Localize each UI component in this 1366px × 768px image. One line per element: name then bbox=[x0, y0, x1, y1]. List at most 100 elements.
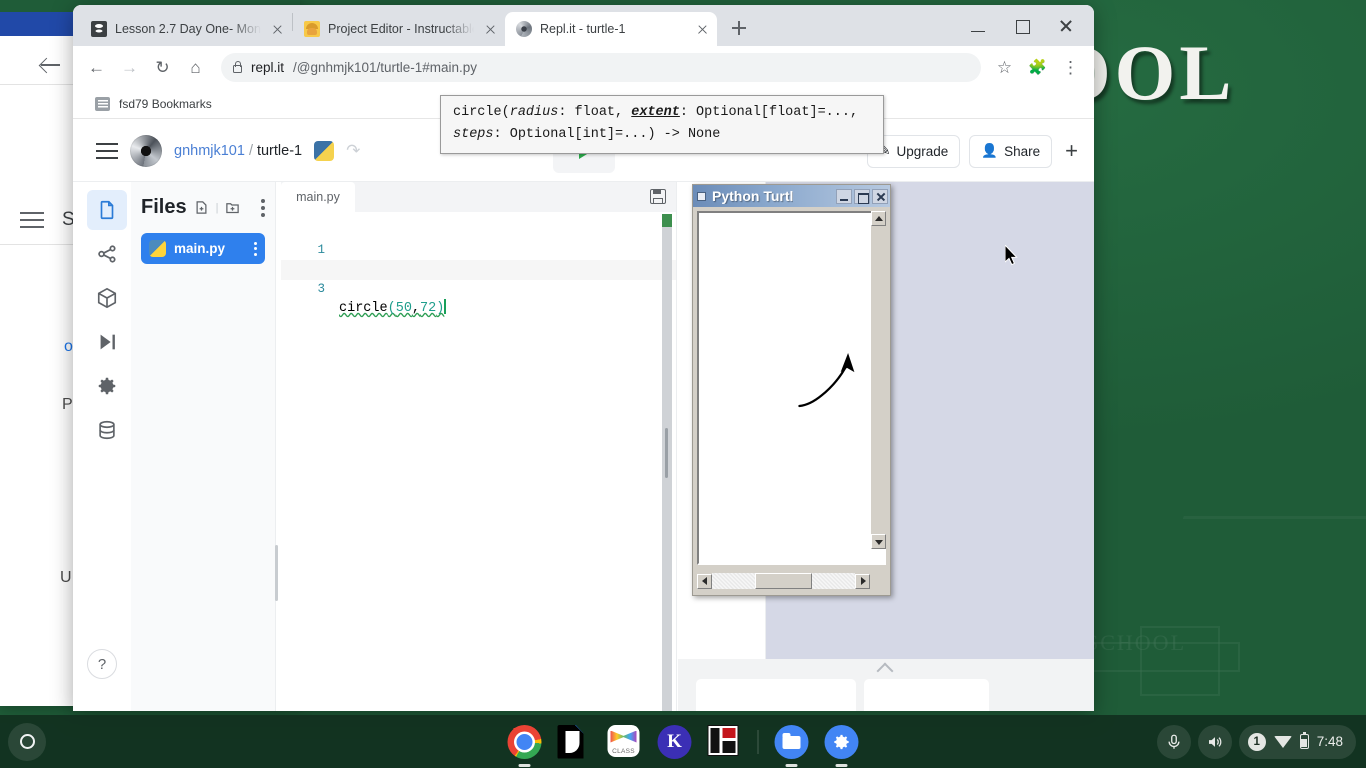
editor-scrollbar[interactable] bbox=[662, 214, 672, 711]
taskbar-app-class[interactable]: CLASS bbox=[608, 725, 642, 759]
editor-scroll-marker bbox=[662, 214, 672, 227]
files-panel-resize-handle[interactable] bbox=[275, 545, 278, 601]
line-number: 3 bbox=[281, 280, 325, 300]
tooltip-fn: circle( bbox=[453, 105, 510, 120]
python-turtle-window[interactable]: Python Turtl bbox=[692, 184, 891, 596]
breadcrumb: gnhmjk101/turtle-1 bbox=[174, 143, 302, 159]
volume-button[interactable] bbox=[1198, 725, 1232, 759]
python-icon bbox=[149, 240, 166, 257]
extensions-puzzle-icon[interactable]: 🧩 bbox=[1022, 52, 1053, 83]
reload-button[interactable]: ↻ bbox=[147, 52, 178, 83]
save-icon[interactable] bbox=[650, 189, 666, 204]
turtle-canvas[interactable] bbox=[699, 213, 884, 563]
taskbar-app-notebook[interactable] bbox=[708, 725, 742, 759]
tooltip-param-extent: extent bbox=[631, 105, 680, 120]
history-icon[interactable]: ↷ bbox=[346, 141, 360, 161]
launcher-button[interactable] bbox=[8, 723, 46, 761]
package-icon bbox=[96, 287, 118, 309]
sidebar-item-files[interactable] bbox=[87, 190, 127, 230]
close-icon[interactable] bbox=[482, 21, 499, 38]
microphone-button[interactable] bbox=[1157, 725, 1191, 759]
taskbar-app-kami[interactable]: K bbox=[658, 725, 692, 759]
home-button[interactable]: ⌂ bbox=[180, 52, 211, 83]
desktop: OOL SCHOOL Cance Rec Aud Se bbox=[0, 0, 1366, 768]
output-pane-collapsed-panel[interactable] bbox=[678, 659, 1094, 711]
launcher-icon bbox=[20, 734, 35, 749]
wallpaper-building: SCHOOL bbox=[1080, 506, 1366, 716]
breadcrumb-owner[interactable]: gnhmjk101 bbox=[174, 143, 245, 159]
bottom-tab-1[interactable] bbox=[696, 679, 856, 711]
new-tab-button[interactable] bbox=[725, 14, 753, 42]
sidebar-item-debugger[interactable] bbox=[87, 322, 127, 362]
close-icon[interactable] bbox=[872, 189, 888, 204]
bgwin-link-o[interactable]: o bbox=[64, 338, 73, 356]
status-area[interactable]: 1 7:48 bbox=[1239, 725, 1356, 759]
taskbar-app-docs[interactable] bbox=[558, 725, 592, 759]
sidebar-item-settings[interactable] bbox=[87, 366, 127, 406]
new-file-icon[interactable] bbox=[194, 200, 209, 215]
bgwin-link-o-label: o bbox=[64, 338, 73, 356]
taskbar-app-settings[interactable] bbox=[825, 725, 859, 759]
add-pane-button[interactable]: + bbox=[1061, 138, 1082, 164]
files-icon bbox=[775, 725, 809, 759]
help-button[interactable]: ? bbox=[87, 649, 117, 679]
code-editor-panel: main.py 1 from turtle 2 3 circl bbox=[281, 182, 677, 711]
scroll-up-icon[interactable] bbox=[871, 211, 886, 226]
browser-toolbar: ← → ↻ ⌂ repl.it/@gnhmjk101/turtle-1#main… bbox=[73, 46, 1094, 89]
share-button[interactable]: 👤 Share bbox=[969, 135, 1052, 168]
hscroll-track[interactable] bbox=[712, 573, 855, 589]
turtle-window-titlebar[interactable]: Python Turtl bbox=[693, 185, 890, 207]
maximize-icon[interactable] bbox=[854, 189, 870, 204]
code-arg-extent: 72 bbox=[420, 301, 436, 316]
minimize-icon[interactable] bbox=[836, 189, 852, 204]
wifi-icon bbox=[1274, 736, 1292, 748]
chevron-up-icon[interactable] bbox=[877, 663, 894, 680]
file-kebab-icon[interactable] bbox=[254, 242, 257, 256]
scroll-down-icon[interactable] bbox=[871, 534, 886, 549]
taskbar-app-chrome[interactable] bbox=[508, 725, 542, 759]
minimize-icon[interactable] bbox=[956, 9, 1000, 43]
database-icon bbox=[96, 419, 118, 441]
files-more-kebab-icon[interactable] bbox=[261, 199, 265, 217]
hamburger-icon bbox=[20, 212, 44, 229]
files-panel-title: Files bbox=[141, 196, 187, 219]
editor-tab-main-py[interactable]: main.py bbox=[281, 182, 355, 212]
scroll-left-icon[interactable] bbox=[697, 574, 712, 589]
debug-step-icon bbox=[96, 331, 118, 353]
browser-tab-1[interactable]: Project Editor - Instructables bbox=[293, 12, 505, 46]
scroll-right-icon[interactable] bbox=[855, 574, 870, 589]
new-folder-icon[interactable] bbox=[225, 200, 240, 215]
editor-scroll-thumb[interactable] bbox=[665, 428, 668, 478]
sidebar-item-packages[interactable] bbox=[87, 278, 127, 318]
back-button[interactable]: ← bbox=[81, 52, 112, 83]
back-arrow-icon bbox=[40, 54, 62, 76]
browser-tab-0[interactable]: Lesson 2.7 Day One- Monday, 2/ bbox=[80, 12, 292, 46]
hscroll-thumb[interactable] bbox=[755, 573, 812, 589]
turtle-window-buttons bbox=[836, 189, 888, 204]
replit-menu-icon[interactable] bbox=[96, 143, 118, 159]
replit-sidebar-rail: ? bbox=[83, 182, 131, 711]
bottom-tab-2[interactable] bbox=[864, 679, 989, 711]
bookmark-item-label[interactable]: fsd79 Bookmarks bbox=[119, 97, 212, 111]
chrome-menu-button[interactable]: ⋮ bbox=[1055, 52, 1086, 83]
turtle-vertical-scrollbar[interactable] bbox=[871, 211, 886, 549]
turtle-horizontal-scrollbar[interactable] bbox=[697, 573, 870, 589]
close-icon[interactable] bbox=[269, 21, 286, 38]
replit-logo-icon[interactable] bbox=[130, 135, 162, 167]
bgwin-text-u: U bbox=[60, 569, 72, 587]
forward-button[interactable]: → bbox=[114, 52, 145, 83]
close-icon[interactable] bbox=[1044, 9, 1088, 43]
sidebar-item-version-control[interactable] bbox=[87, 234, 127, 274]
replit-app: gnhmjk101/turtle-1 ↷ ✎ Upgrade 👤 Share bbox=[73, 120, 1094, 711]
address-bar[interactable]: repl.it/@gnhmjk101/turtle-1#main.py bbox=[221, 53, 981, 82]
maximize-icon[interactable] bbox=[1000, 9, 1044, 43]
bookmark-star-icon[interactable]: ☆ bbox=[989, 52, 1020, 83]
taskbar-app-files[interactable] bbox=[775, 725, 809, 759]
close-icon[interactable] bbox=[694, 21, 711, 38]
code-area[interactable]: 1 from turtle 2 3 circle(50,72) bbox=[281, 212, 676, 711]
browser-tab-0-title: Lesson 2.7 Day One- Monday, 2/ bbox=[115, 22, 261, 36]
sidebar-item-database[interactable] bbox=[87, 410, 127, 450]
file-list-item-main-py[interactable]: main.py bbox=[141, 233, 265, 264]
system-tray: 1 7:48 bbox=[1157, 725, 1356, 759]
browser-tab-2[interactable]: Repl.it - turtle-1 bbox=[505, 12, 717, 46]
